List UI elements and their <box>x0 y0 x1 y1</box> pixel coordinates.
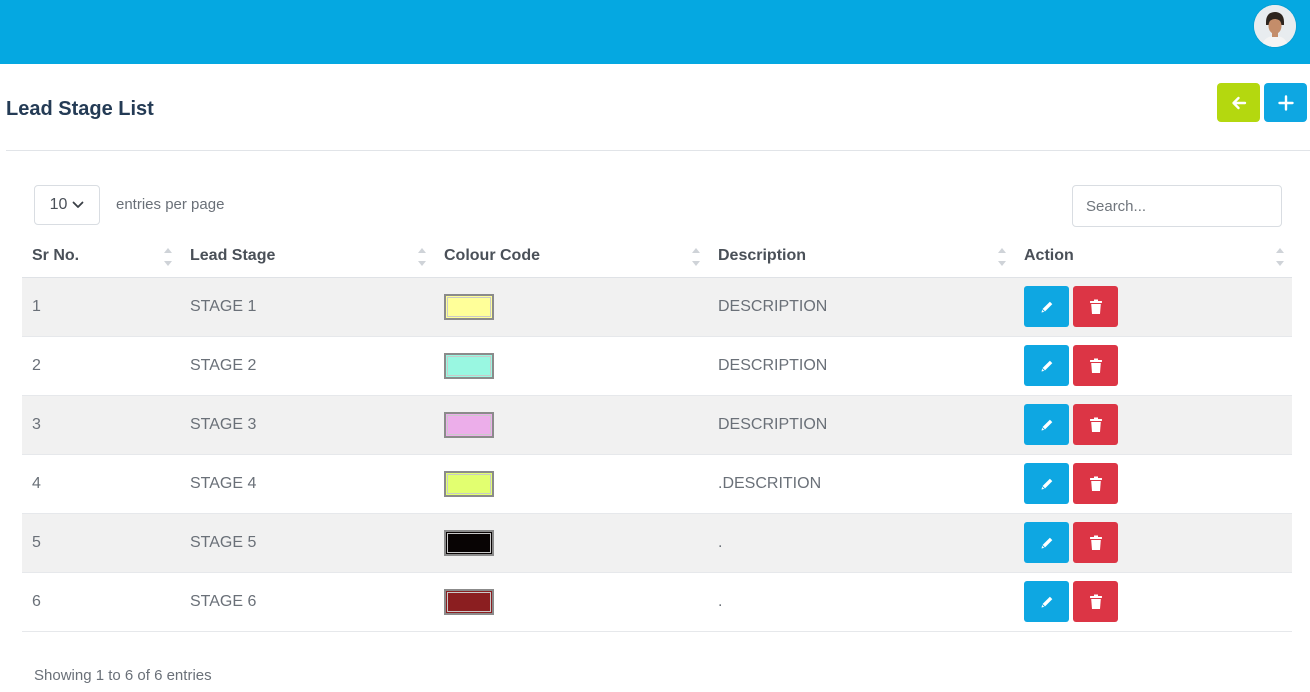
table-row: 3 STAGE 3 DESCRIPTION <box>22 395 1292 455</box>
table-row: 6 STAGE 6. <box>22 572 1292 632</box>
chevron-down-icon <box>72 201 84 208</box>
lead-stage-cell: STAGE 4 <box>180 454 434 514</box>
table-row: 5 STAGE 5. <box>22 513 1292 573</box>
sr-no-cell: 3 <box>22 395 180 455</box>
colour-swatch <box>444 411 494 438</box>
lead-stage-cell: STAGE 6 <box>180 572 434 632</box>
table-row: 4 STAGE 4 .DESCRITION <box>22 454 1292 514</box>
edit-button[interactable] <box>1024 581 1069 622</box>
trash-icon <box>1089 594 1102 609</box>
sort-icon[interactable] <box>998 248 1006 266</box>
action-cell <box>1014 454 1292 514</box>
trash-icon <box>1089 476 1102 491</box>
lead-stage-table: Sr No. Lead Stage Colour Code Descriptio… <box>22 236 1292 632</box>
trash-icon <box>1089 299 1102 314</box>
edit-button[interactable] <box>1024 345 1069 386</box>
lead-stage-cell: STAGE 3 <box>180 395 434 455</box>
sr-no-cell: 6 <box>22 572 180 632</box>
trash-icon <box>1089 358 1102 373</box>
table-row: 2 STAGE 2 DESCRIPTION <box>22 336 1292 396</box>
action-cell <box>1014 336 1292 396</box>
edit-button[interactable] <box>1024 404 1069 445</box>
action-cell <box>1014 395 1292 455</box>
description-cell: DESCRIPTION <box>708 395 1014 455</box>
pencil-icon <box>1041 537 1052 548</box>
arrow-left-icon <box>1231 96 1246 109</box>
sr-no-cell: 2 <box>22 336 180 396</box>
delete-button[interactable] <box>1073 463 1118 504</box>
colour-swatch <box>444 588 494 615</box>
delete-button[interactable] <box>1073 286 1118 327</box>
colour-swatch <box>444 352 494 379</box>
colour-code-cell <box>434 395 708 455</box>
pencil-icon <box>1041 478 1052 489</box>
trash-icon <box>1089 535 1102 550</box>
pencil-icon <box>1041 301 1052 312</box>
colour-code-cell <box>434 336 708 396</box>
search-input[interactable] <box>1072 185 1282 227</box>
delete-button[interactable] <box>1073 581 1118 622</box>
description-cell: . <box>708 513 1014 573</box>
colour-code-cell <box>434 277 708 337</box>
entries-per-page-value: 10 <box>49 196 68 213</box>
lead-stage-cell: STAGE 5 <box>180 513 434 573</box>
description-cell: . <box>708 572 1014 632</box>
colour-swatch <box>444 293 494 320</box>
pencil-icon <box>1041 419 1052 430</box>
delete-button[interactable] <box>1073 522 1118 563</box>
delete-button[interactable] <box>1073 345 1118 386</box>
user-avatar[interactable] <box>1254 5 1296 47</box>
action-cell <box>1014 572 1292 632</box>
sr-no-cell: 5 <box>22 513 180 573</box>
edit-button[interactable] <box>1024 522 1069 563</box>
plus-icon <box>1277 94 1294 111</box>
description-cell: .DESCRITION <box>708 454 1014 514</box>
header-divider <box>6 150 1310 151</box>
table-info-text: Showing 1 to 6 of 6 entries <box>34 667 212 684</box>
lead-stage-cell: STAGE 1 <box>180 277 434 337</box>
sort-icon[interactable] <box>1276 248 1284 266</box>
action-cell <box>1014 513 1292 573</box>
back-button[interactable] <box>1217 83 1260 122</box>
sr-no-cell: 4 <box>22 454 180 514</box>
column-header-lead-stage[interactable]: Lead Stage <box>180 236 434 278</box>
table-row: 1 STAGE 1 DESCRIPTION <box>22 277 1292 337</box>
page-title: Lead Stage List <box>6 98 154 120</box>
pencil-icon <box>1041 360 1052 371</box>
action-cell <box>1014 277 1292 337</box>
sort-icon[interactable] <box>164 248 172 266</box>
edit-button[interactable] <box>1024 463 1069 504</box>
trash-icon <box>1089 417 1102 432</box>
entries-per-page-label: entries per page <box>116 196 225 213</box>
column-header-sr-no[interactable]: Sr No. <box>22 236 180 278</box>
column-header-colour-code[interactable]: Colour Code <box>434 236 708 278</box>
colour-code-cell <box>434 454 708 514</box>
column-header-action[interactable]: Action <box>1014 236 1292 278</box>
lead-stage-cell: STAGE 2 <box>180 336 434 396</box>
colour-code-cell <box>434 572 708 632</box>
pencil-icon <box>1041 596 1052 607</box>
colour-swatch <box>444 470 494 497</box>
colour-swatch <box>444 529 494 556</box>
sr-no-cell: 1 <box>22 277 180 337</box>
add-lead-stage-button[interactable] <box>1264 83 1307 122</box>
table-header-row: Sr No. Lead Stage Colour Code Descriptio… <box>22 236 1292 278</box>
top-navbar <box>0 0 1310 64</box>
description-cell: DESCRIPTION <box>708 336 1014 396</box>
entries-per-page-select[interactable]: 10 <box>34 185 100 225</box>
sort-icon[interactable] <box>692 248 700 266</box>
column-header-description[interactable]: Description <box>708 236 1014 278</box>
delete-button[interactable] <box>1073 404 1118 445</box>
sort-icon[interactable] <box>418 248 426 266</box>
colour-code-cell <box>434 513 708 573</box>
edit-button[interactable] <box>1024 286 1069 327</box>
description-cell: DESCRIPTION <box>708 277 1014 337</box>
